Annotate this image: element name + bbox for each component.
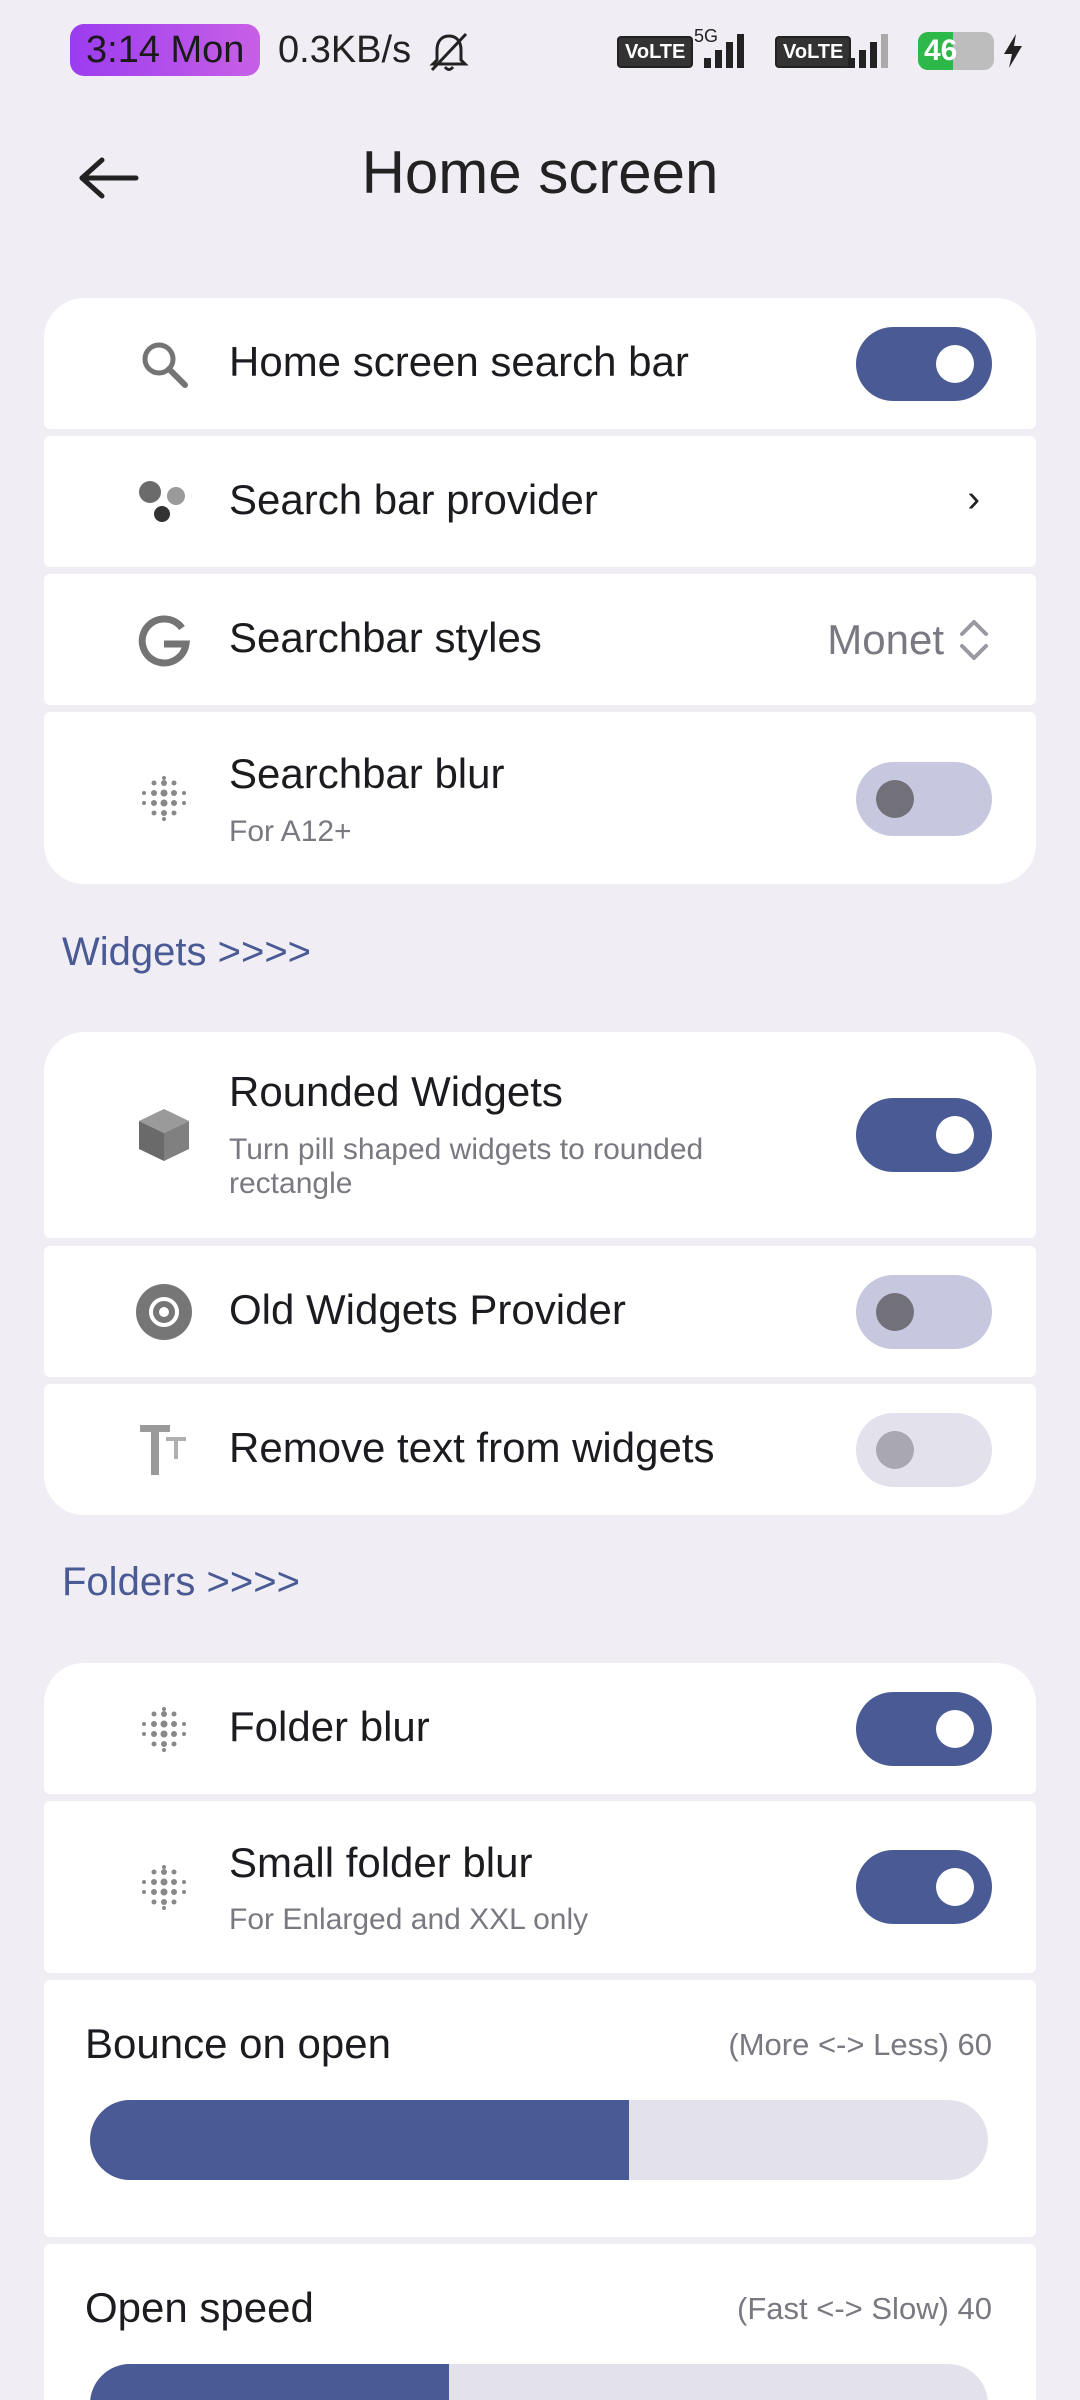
setting-remove-text-widgets: Remove text from widgets xyxy=(44,1384,1036,1515)
battery-level: 46 xyxy=(924,34,958,67)
volte-badge-2: VoLTE xyxy=(775,36,852,68)
searchbar-style-value[interactable]: Monet xyxy=(827,616,944,664)
slider-hint: (Fast <-> Slow) 40 xyxy=(737,2291,992,2326)
setting-searchbar-styles[interactable]: Searchbar styles Monet xyxy=(44,574,1036,705)
search-icon xyxy=(90,298,238,429)
rounded-widgets-toggle[interactable] xyxy=(856,1098,992,1172)
setting-title: Searchbar styles xyxy=(229,614,542,661)
setting-subtitle: For A12+ xyxy=(229,815,352,848)
slider-fill xyxy=(90,2100,629,2180)
slider-label: Bounce on open xyxy=(85,2020,391,2067)
signal-2-icon xyxy=(848,34,888,68)
muted-bell-icon xyxy=(429,32,469,72)
status-time: 3:14 Mon xyxy=(70,24,261,76)
status-bar: 3:14 Mon 0.3KB/s VoLTE 5G VoLTE 46 xyxy=(0,0,1080,100)
blur-icon xyxy=(90,1801,238,1973)
target-icon xyxy=(90,1246,238,1377)
setting-title: Home screen search bar xyxy=(229,338,689,385)
slider-open-speed: Open speed (Fast <-> Slow) 40 xyxy=(44,2244,1036,2400)
search-bar-toggle[interactable] xyxy=(856,327,992,401)
setting-search-bar-provider[interactable]: Search bar provider › xyxy=(44,436,1036,567)
folder-blur-toggle[interactable] xyxy=(856,1692,992,1766)
blur-icon xyxy=(90,712,238,884)
searchbar-blur-toggle[interactable] xyxy=(856,762,992,836)
open-speed-slider[interactable] xyxy=(90,2364,988,2400)
setting-title: Small folder blur xyxy=(229,1839,533,1886)
page-title: Home screen xyxy=(361,139,719,206)
setting-subtitle: Turn pill shaped widgets to rounded rect… xyxy=(229,1133,704,1200)
setting-small-folder-blur[interactable]: Small folder blur For Enlarged and XXL o… xyxy=(44,1801,1036,1973)
section-header-folders: Folders >>>> xyxy=(62,1560,300,1604)
slider-bounce-on-open: Bounce on open (More <-> Less) 60 xyxy=(44,1980,1036,2237)
setting-title: Rounded Widgets xyxy=(229,1068,563,1115)
up-down-chevron-icon xyxy=(960,620,988,660)
setting-title: Search bar provider xyxy=(229,476,598,523)
section-header-widgets: Widgets >>>> xyxy=(62,930,312,974)
network-speed: 0.3KB/s xyxy=(278,29,412,71)
setting-title: Remove text from widgets xyxy=(229,1424,715,1471)
signal-1-icon xyxy=(704,34,744,68)
setting-old-widgets-provider[interactable]: Old Widgets Provider xyxy=(44,1246,1036,1377)
charging-icon xyxy=(1004,34,1022,68)
setting-title: Old Widgets Provider xyxy=(229,1286,626,1333)
setting-searchbar-blur[interactable]: Searchbar blur For A12+ xyxy=(44,712,1036,884)
setting-subtitle: For Enlarged and XXL only xyxy=(229,1903,589,1936)
setting-folder-blur[interactable]: Folder blur xyxy=(44,1663,1036,1794)
assistant-dots-icon xyxy=(90,436,238,567)
google-g-icon xyxy=(90,574,238,705)
slider-fill xyxy=(90,2364,450,2400)
setting-title: Folder blur xyxy=(229,1703,430,1750)
cube-icon xyxy=(90,1032,238,1238)
blur-icon xyxy=(90,1663,238,1794)
small-folder-blur-toggle[interactable] xyxy=(856,1850,992,1924)
bounce-slider[interactable] xyxy=(90,2100,988,2180)
setting-rounded-widgets[interactable]: Rounded Widgets Turn pill shaped widgets… xyxy=(44,1032,1036,1238)
setting-title: Searchbar blur xyxy=(229,750,505,797)
slider-label: Open speed xyxy=(85,2284,314,2331)
slider-hint: (More <-> Less) 60 xyxy=(728,2027,992,2062)
text-size-icon xyxy=(90,1384,238,1515)
old-widgets-provider-toggle[interactable] xyxy=(856,1275,992,1349)
volte-badge-1: VoLTE xyxy=(617,36,694,68)
setting-home-search-bar[interactable]: Home screen search bar xyxy=(44,298,1036,429)
chevron-right-icon: › xyxy=(967,478,980,520)
battery-icon: 46 xyxy=(918,32,994,70)
remove-text-toggle xyxy=(856,1413,992,1487)
